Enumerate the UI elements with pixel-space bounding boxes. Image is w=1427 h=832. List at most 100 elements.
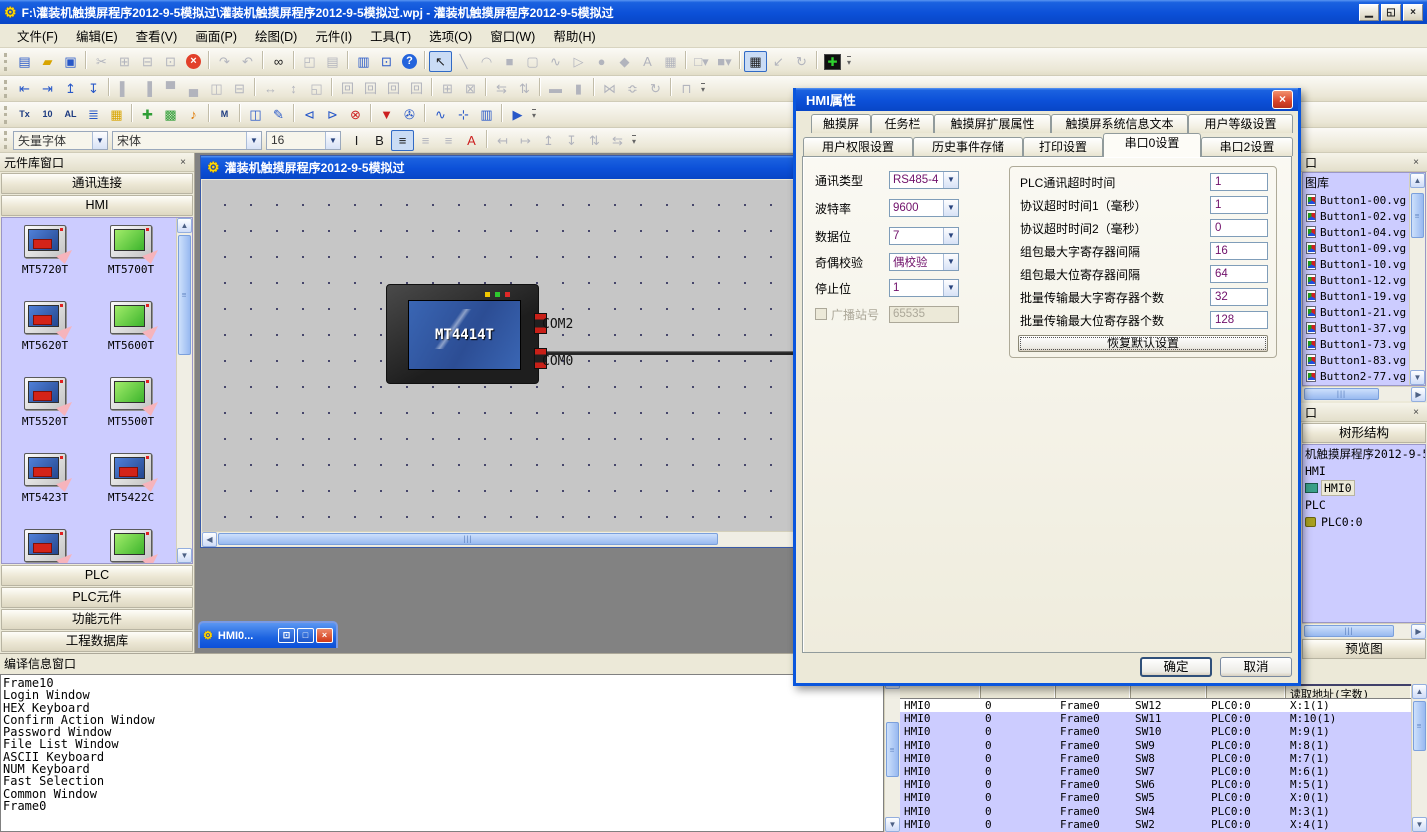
rounded-rect-tool-icon[interactable]: ▢ xyxy=(521,51,544,72)
preview-header[interactable]: 预览图 xyxy=(1302,639,1426,659)
toolbar-grip[interactable] xyxy=(4,106,9,124)
table-row[interactable]: HMI0 0 Frame0 SW6 PLC0:0 M:5(1) xyxy=(900,778,1412,791)
scroll-up-icon[interactable]: ▲ xyxy=(1412,684,1427,699)
tab-taskbar[interactable]: 任务栏 xyxy=(871,114,934,133)
scrollbar-thumb[interactable]: ≡ xyxy=(178,235,191,355)
toolbar-overflow-icon[interactable]: ▾ xyxy=(847,56,851,67)
restore-button[interactable]: ◱ xyxy=(1381,4,1401,21)
device-list-scrollbar[interactable]: ▲ ≡ ▼ xyxy=(176,218,192,563)
text-library-icon[interactable]: Tx xyxy=(13,104,36,125)
section-plc[interactable]: PLC xyxy=(1,565,193,586)
data-bits-select[interactable]: 7▼ xyxy=(889,227,959,245)
hmi-device-item[interactable]: MT5420T xyxy=(2,526,88,564)
broadcast-checkbox[interactable] xyxy=(815,308,827,320)
tab-user-permission[interactable]: 用户权限设置 xyxy=(803,137,913,156)
scrollbar-thumb[interactable]: ≡ xyxy=(1413,701,1426,751)
address-book-icon[interactable]: ▥ xyxy=(352,51,375,72)
table-row[interactable]: HMI0 0 Frame0 SW7 PLC0:0 M:6(1) xyxy=(900,765,1412,778)
paste-icon[interactable]: ⊟ xyxy=(136,51,159,72)
toolbar-grip[interactable] xyxy=(4,131,9,149)
bold-icon[interactable]: B xyxy=(368,130,391,151)
ellipse-tool-icon[interactable]: ● xyxy=(590,51,613,72)
line-tool-icon[interactable]: ╲ xyxy=(452,51,475,72)
max-bit-batch-input[interactable]: 128 xyxy=(1210,311,1268,329)
char-spacing-right-icon[interactable]: ↦ xyxy=(514,130,537,151)
vg-file-item[interactable]: Button1-12.vg xyxy=(1303,272,1425,288)
align-top-icon[interactable]: ▀ xyxy=(159,78,182,99)
text-align-right-icon[interactable]: ≡ xyxy=(437,130,460,151)
send-backward-icon[interactable]: 回 xyxy=(405,78,428,99)
scroll-up-icon[interactable]: ▲ xyxy=(177,218,192,233)
max-word-batch-input[interactable]: 32 xyxy=(1210,288,1268,306)
scrollbar-thumb[interactable]: ||| xyxy=(1304,625,1394,637)
table-row[interactable]: HMI0 0 Frame0 SW4 PLC0:0 M:3(1) xyxy=(900,805,1412,818)
find-icon[interactable]: ∞ xyxy=(267,51,290,72)
gallery-scrollbar[interactable]: ▲ ≡ ▼ xyxy=(1409,173,1425,385)
center-vertical-icon[interactable]: ⊟ xyxy=(228,78,251,99)
new-project-icon[interactable]: ▤ xyxy=(13,51,36,72)
hmi-device-item[interactable]: MT5422C xyxy=(88,450,174,526)
align-right-icon[interactable]: ▐ xyxy=(136,78,159,99)
gallery-root[interactable]: 图库 xyxy=(1303,173,1425,192)
binary-encoding-icon[interactable]: 10 xyxy=(36,104,59,125)
compile-scrollbar[interactable]: ▲ ≡ ▼ xyxy=(884,674,900,832)
menu-item[interactable]: 绘图(D) xyxy=(246,23,306,48)
delete-icon[interactable]: × xyxy=(182,51,205,72)
download-icon[interactable]: ⊲ xyxy=(298,104,321,125)
close-panel-icon[interactable]: × xyxy=(1409,156,1423,169)
flip-vertical-icon[interactable]: ≎ xyxy=(621,78,644,99)
tab-touchscreen[interactable]: 触摸屏 xyxy=(811,114,871,133)
menu-item[interactable]: 窗口(W) xyxy=(481,23,544,48)
print-preview-icon[interactable]: ◰ xyxy=(298,51,321,72)
cascade-windows-icon[interactable]: ⊡ xyxy=(375,51,398,72)
bring-forward-icon[interactable]: 回 xyxy=(382,78,405,99)
scroll-down-icon[interactable]: ▼ xyxy=(885,817,900,832)
v-spacing-icon[interactable]: ⇅ xyxy=(513,78,536,99)
nudge-up-icon[interactable]: ↥ xyxy=(59,78,82,99)
minimized-window[interactable]: ⚙ HMI0... ⊡ □ × xyxy=(198,621,338,648)
vg-file-item[interactable]: Button1-10.vg xyxy=(1303,256,1425,272)
build-icon[interactable]: ✎ xyxy=(267,104,290,125)
restore-button[interactable]: ⊡ xyxy=(278,628,295,643)
system-settings-icon[interactable]: ✇ xyxy=(398,104,421,125)
simulate-icon[interactable]: ▶ xyxy=(506,104,529,125)
protocol-timeout2-input[interactable]: 0 xyxy=(1210,219,1268,237)
stop-bits-select[interactable]: 1▼ xyxy=(889,279,959,297)
scrollbar-thumb[interactable]: ||| xyxy=(218,533,718,545)
arc-tool-icon[interactable]: ◠ xyxy=(475,51,498,72)
multi-copy-icon[interactable]: ⊡ xyxy=(159,51,182,72)
select-tool-icon[interactable]: ↖ xyxy=(429,51,452,72)
tab-serial2-settings[interactable]: 串口2设置 xyxy=(1201,137,1293,156)
lock-icon[interactable]: ⊓ xyxy=(675,78,698,99)
cancel-button[interactable]: 取消 xyxy=(1220,657,1292,677)
comm-type-select[interactable]: RS485-4▼ xyxy=(889,171,959,189)
refresh-icon[interactable]: ↻ xyxy=(790,51,813,72)
menu-item[interactable]: 选项(O) xyxy=(420,23,481,48)
hmi-device-item[interactable]: MT5700T xyxy=(88,222,174,298)
hmi-device-item[interactable]: MT5500T xyxy=(88,374,174,450)
rect-tool-icon[interactable]: ■ xyxy=(498,51,521,72)
gallery-h-scrollbar[interactable]: ||| ▶ xyxy=(1302,386,1426,401)
menu-item[interactable]: 文件(F) xyxy=(8,23,67,48)
menu-item[interactable]: 查看(V) xyxy=(127,23,187,48)
compile-icon[interactable]: ◫ xyxy=(244,104,267,125)
system-download-icon[interactable]: ▼ xyxy=(375,104,398,125)
redo-icon[interactable]: ↷ xyxy=(213,51,236,72)
menu-item[interactable]: 帮助(H) xyxy=(544,23,604,48)
baud-rate-select[interactable]: 9600▼ xyxy=(889,199,959,217)
grid-toggle-icon[interactable]: ▦ xyxy=(744,51,767,72)
text-align-center-icon[interactable]: ≡ xyxy=(414,130,437,151)
macro-icon[interactable]: M xyxy=(213,104,236,125)
max-word-interval-input[interactable]: 16 xyxy=(1210,242,1268,260)
section-communication[interactable]: 通讯连接 xyxy=(1,173,193,194)
scroll-down-icon[interactable]: ▼ xyxy=(1410,370,1425,385)
diamond-tool-icon[interactable]: ◆ xyxy=(613,51,636,72)
parity-select[interactable]: 偶校验▼ xyxy=(889,253,959,271)
scroll-left-icon[interactable]: ◀ xyxy=(202,532,217,547)
vg-file-item[interactable]: Button1-73.vg xyxy=(1303,336,1425,352)
tree-project-node[interactable]: 机触摸屏程序2012-9-5模拟过 xyxy=(1303,445,1425,462)
center-horizontal-icon[interactable]: ◫ xyxy=(205,78,228,99)
font-size-select[interactable]: 16▼ xyxy=(266,131,341,150)
tab-extended-props[interactable]: 触摸屏扩展属性 xyxy=(934,114,1051,133)
tab-print-settings[interactable]: 打印设置 xyxy=(1023,137,1103,156)
